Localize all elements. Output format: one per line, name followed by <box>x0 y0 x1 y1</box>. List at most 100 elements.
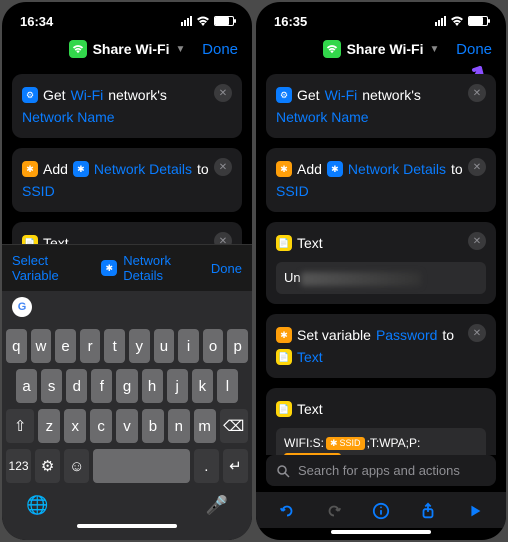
key-k[interactable]: k <box>192 369 213 403</box>
close-icon[interactable]: ✕ <box>468 84 486 102</box>
wifi-app-icon <box>323 40 341 58</box>
key-n[interactable]: n <box>168 409 190 443</box>
key-123[interactable]: 123 <box>6 449 31 483</box>
wifi-pill-icon: ⚙ <box>22 87 38 103</box>
key-j[interactable]: j <box>167 369 188 403</box>
key-x[interactable]: x <box>64 409 86 443</box>
key-d[interactable]: d <box>66 369 87 403</box>
password-var[interactable]: Password <box>376 324 437 346</box>
network-details-var[interactable]: Network Details <box>348 158 446 180</box>
close-icon[interactable]: ✕ <box>214 158 232 176</box>
action-text[interactable]: ✕ 📄 Text Un <box>12 222 242 244</box>
close-icon[interactable]: ✕ <box>214 232 232 244</box>
key-a[interactable]: a <box>16 369 37 403</box>
select-variable-button[interactable]: Select Variable <box>12 253 95 283</box>
key-period[interactable]: . <box>194 449 219 483</box>
key-s[interactable]: s <box>41 369 62 403</box>
seg: WIFI:S: <box>284 436 324 450</box>
network-details-var[interactable]: Network Details <box>94 158 192 180</box>
signal-icon <box>435 16 446 26</box>
network-name-var[interactable]: Network Name <box>22 106 115 128</box>
action-text-2[interactable]: 📄 Text WIFI:S: ✱SSID ;T:WPA;P: ✱Password… <box>266 388 496 455</box>
key-y[interactable]: y <box>129 329 150 363</box>
key-emoji[interactable]: ☺ <box>64 449 89 483</box>
key-o[interactable]: o <box>203 329 224 363</box>
text-var[interactable]: Text <box>297 346 323 368</box>
ssid-var[interactable]: SSID <box>22 180 55 202</box>
key-z[interactable]: z <box>38 409 60 443</box>
title-label: Share Wi-Fi <box>93 41 170 57</box>
close-icon[interactable]: ✕ <box>468 324 486 342</box>
key-v[interactable]: v <box>116 409 138 443</box>
globe-icon[interactable]: 🌐 <box>26 495 48 516</box>
key-t[interactable]: t <box>104 329 125 363</box>
done-button[interactable]: Done <box>202 41 238 58</box>
key-h[interactable]: h <box>142 369 163 403</box>
key-space[interactable] <box>93 449 190 483</box>
page-title[interactable]: Share Wi-Fi ▼ <box>69 40 186 58</box>
action-add-dictionary[interactable]: ✕ ✱ Add ✱ Network Details to SSID <box>266 148 496 212</box>
suggestion-row[interactable]: G <box>2 291 252 323</box>
page-title[interactable]: Share Wi-Fi ▼ <box>323 40 440 58</box>
key-r[interactable]: r <box>80 329 101 363</box>
text-label: Text <box>297 398 323 420</box>
key-settings[interactable]: ⚙ <box>35 449 60 483</box>
action-add-dictionary[interactable]: ✕ ✱ Add ✱ Network Details to SSID <box>12 148 242 212</box>
key-w[interactable]: w <box>31 329 52 363</box>
search-icon <box>276 464 290 478</box>
key-e[interactable]: e <box>55 329 76 363</box>
status-icons <box>181 16 234 26</box>
close-icon[interactable]: ✕ <box>468 158 486 176</box>
home-indicator[interactable] <box>331 530 431 534</box>
wifi-var[interactable]: Wi-Fi <box>71 84 104 106</box>
key-f[interactable]: f <box>91 369 112 403</box>
action-text[interactable]: ✕ 📄 Text Un <box>266 222 496 304</box>
phone-right: 16:35 Share Wi-Fi ▼ Done ✕ ⚙ Get Wi-Fi n… <box>256 2 506 540</box>
text-pill-icon: 📄 <box>276 401 292 417</box>
undo-button[interactable] <box>278 502 296 520</box>
key-m[interactable]: m <box>194 409 216 443</box>
text-pill-icon: 📄 <box>276 349 292 365</box>
action-set-variable[interactable]: ✕ ✱ Set variable Password to 📄 Text <box>266 314 496 378</box>
text-input[interactable]: Un <box>276 262 486 294</box>
redo-button[interactable] <box>325 502 343 520</box>
key-c[interactable]: c <box>90 409 112 443</box>
to: to <box>451 158 463 180</box>
key-u[interactable]: u <box>154 329 175 363</box>
key-backspace[interactable]: ⌫ <box>220 409 248 443</box>
key-return[interactable]: ↵ <box>223 449 248 483</box>
actions-list: ✕ ⚙ Get Wi-Fi network's Network Name ✕ ✱… <box>2 66 252 244</box>
network-name-var[interactable]: Network Name <box>276 106 369 128</box>
text-label: Text <box>297 232 323 254</box>
mic-icon[interactable]: 🎤 <box>206 495 228 516</box>
password-token[interactable]: ✱Password <box>284 453 341 456</box>
done-button[interactable]: Done <box>456 41 492 58</box>
verb: Add <box>297 158 322 180</box>
network-details-chip[interactable]: Network Details <box>123 253 211 283</box>
key-q[interactable]: q <box>6 329 27 363</box>
key-b[interactable]: b <box>142 409 164 443</box>
close-icon[interactable]: ✕ <box>214 84 232 102</box>
play-button[interactable] <box>466 502 484 520</box>
wifi-var[interactable]: Wi-Fi <box>325 84 358 106</box>
status-icons <box>435 16 488 26</box>
action-get-network[interactable]: ✕ ⚙ Get Wi-Fi network's Network Name <box>266 74 496 138</box>
clock: 16:34 <box>20 14 53 29</box>
share-button[interactable] <box>419 502 437 520</box>
ssid-token[interactable]: ✱SSID <box>326 437 365 450</box>
phone-left: 16:34 Share Wi-Fi ▼ Done ✕ ⚙ Get Wi-Fi n… <box>2 2 252 540</box>
search-input[interactable]: Search for apps and actions <box>266 455 496 486</box>
close-icon[interactable]: ✕ <box>468 232 486 250</box>
key-g[interactable]: g <box>116 369 137 403</box>
key-shift[interactable]: ⇧ <box>6 409 34 443</box>
accessory-done-button[interactable]: Done <box>211 261 242 276</box>
key-i[interactable]: i <box>178 329 199 363</box>
text-input[interactable]: WIFI:S: ✱SSID ;T:WPA;P: ✱Password ;; <box>276 428 486 455</box>
info-button[interactable] <box>372 502 390 520</box>
signal-icon <box>181 16 192 26</box>
key-l[interactable]: l <box>217 369 238 403</box>
ssid-var[interactable]: SSID <box>276 180 309 202</box>
action-get-network[interactable]: ✕ ⚙ Get Wi-Fi network's Network Name <box>12 74 242 138</box>
home-indicator[interactable] <box>77 524 177 528</box>
key-p[interactable]: p <box>227 329 248 363</box>
